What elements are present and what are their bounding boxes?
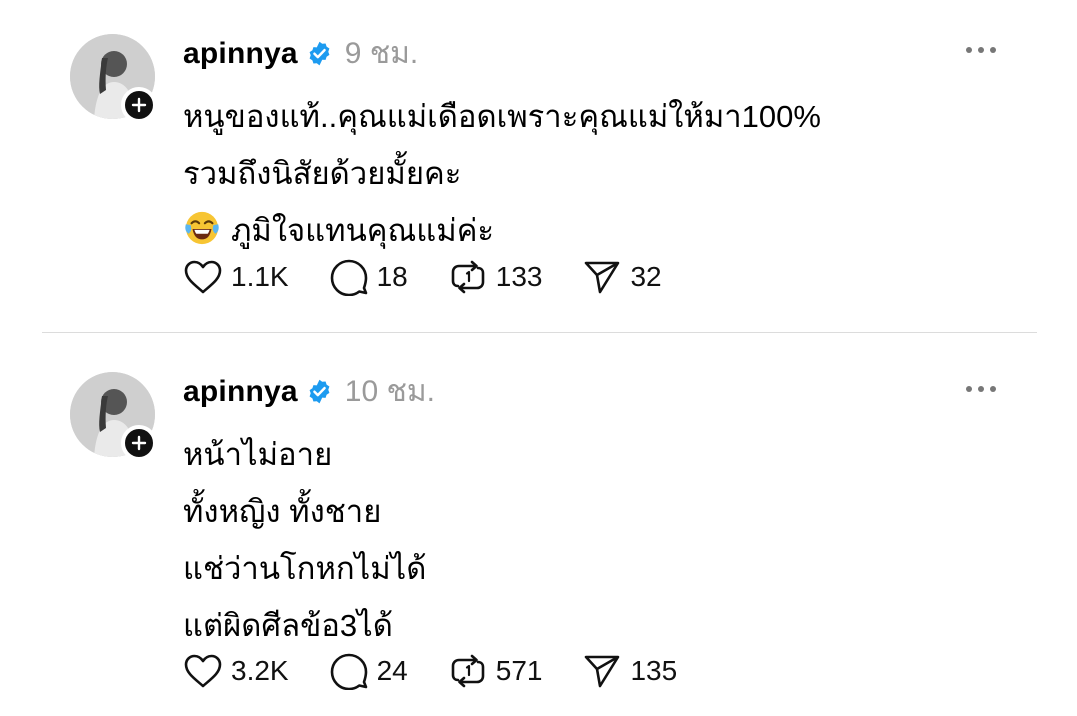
like-count: 1.1K <box>231 261 289 292</box>
post-text-line: แช่ว่านโกหกไม่ได้ <box>183 551 427 586</box>
send-icon <box>585 261 620 294</box>
repost-count: 571 <box>495 655 543 686</box>
comment-count: 24 <box>376 655 408 686</box>
send-icon <box>585 655 620 688</box>
like-count: 3.2K <box>231 655 289 686</box>
post[interactable]: apinnya 10 ชม. หน้าไม่อาย ทั้งหญิง ทั้งช… <box>0 336 1077 716</box>
follow-plus-icon[interactable] <box>121 425 157 461</box>
share-count: 135 <box>630 655 678 686</box>
post-text-line: หน้าไม่อาย <box>183 437 333 472</box>
post-text-line: หนูของแท้..คุณแม่เดือดเพราะคุณแม่ให้มา10… <box>183 99 821 134</box>
more-options-icon[interactable] <box>966 47 996 53</box>
post-text-line: รวมถึงนิสัยด้วยมั้ยคะ <box>183 156 462 191</box>
comment-button[interactable]: 18 <box>329 258 408 296</box>
post-text-line-content: ภูมิใจแทนคุณแม่ค่ะ <box>231 213 495 248</box>
post-text-line: แต่ผิดศีลข้อ3ได้ <box>183 608 393 643</box>
comment-count: 18 <box>376 261 408 292</box>
post-text-line: ทั้งหญิง ทั้งชาย <box>183 494 382 529</box>
heart-icon <box>184 260 222 294</box>
repost-icon <box>451 654 485 688</box>
comment-icon <box>330 259 367 296</box>
post-divider <box>42 332 1037 333</box>
timestamp: 9 ชม. <box>344 37 419 70</box>
post-text: หน้าไม่อาย ทั้งหญิง ทั้งชาย แช่ว่านโกหกไ… <box>183 426 426 654</box>
share-button[interactable]: 135 <box>582 652 677 690</box>
post-actions: 3.2K 24 571 135 <box>183 652 717 690</box>
post-text-line: ภูมิใจแทนคุณแม่ค่ะ <box>183 202 821 259</box>
comment-button[interactable]: 24 <box>329 652 408 690</box>
heart-icon <box>184 654 222 688</box>
follow-plus-icon[interactable] <box>121 87 157 123</box>
repost-button[interactable]: 133 <box>448 258 543 296</box>
comment-icon <box>330 653 367 690</box>
verified-badge-icon <box>309 379 330 404</box>
more-options-icon[interactable] <box>966 386 996 392</box>
share-count: 32 <box>630 261 662 292</box>
repost-icon <box>451 260 485 294</box>
like-button[interactable]: 3.2K <box>183 653 289 689</box>
timestamp: 10 ชม. <box>344 375 435 408</box>
like-button[interactable]: 1.1K <box>183 259 289 295</box>
repost-count: 133 <box>495 261 543 292</box>
username[interactable]: apinnya <box>183 375 298 409</box>
post-actions: 1.1K 18 133 32 <box>183 258 702 296</box>
post-text: หนูของแท้..คุณแม่เดือดเพราะคุณแม่ให้มา10… <box>183 88 821 259</box>
repost-button[interactable]: 571 <box>448 652 543 690</box>
username[interactable]: apinnya <box>183 37 298 71</box>
post[interactable]: apinnya 9 ชม. หนูของแท้..คุณแม่เดือดเพรา… <box>0 0 1077 334</box>
verified-badge-icon <box>309 41 330 66</box>
face-with-tears-of-joy-emoji <box>185 211 219 245</box>
share-button[interactable]: 32 <box>582 258 662 296</box>
